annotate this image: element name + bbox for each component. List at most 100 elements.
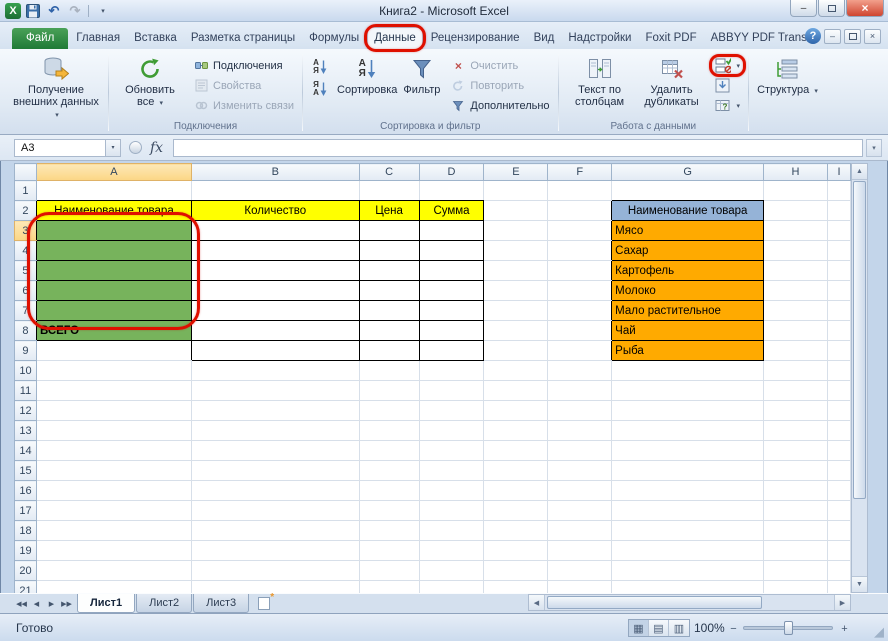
text-to-columns-button[interactable]: Текст по столбцам xyxy=(564,53,636,110)
fx-icon[interactable]: fx xyxy=(150,140,163,156)
sheet-tab-лист2[interactable]: Лист2 xyxy=(136,594,192,613)
cell-B16[interactable] xyxy=(191,481,359,501)
remove-duplicates-button[interactable]: Удалить дубликаты xyxy=(636,53,708,110)
row-header-13[interactable]: 13 xyxy=(15,421,37,441)
cell-E4[interactable] xyxy=(484,241,548,261)
cell-E9[interactable] xyxy=(484,341,548,361)
cell-A6[interactable] xyxy=(36,281,191,301)
row-header-5[interactable]: 5 xyxy=(15,261,37,281)
cell-I3[interactable] xyxy=(827,221,850,241)
cell-G21[interactable] xyxy=(612,581,764,594)
cell-C5[interactable] xyxy=(359,261,419,281)
row-header-19[interactable]: 19 xyxy=(15,541,37,561)
cell-G8[interactable]: Чай xyxy=(612,321,764,341)
tab-view[interactable]: Вид xyxy=(528,28,561,49)
cell-B14[interactable] xyxy=(191,441,359,461)
tab-insert[interactable]: Вставка xyxy=(128,28,183,49)
cell-H19[interactable] xyxy=(764,541,828,561)
next-sheet-button[interactable]: ▶ xyxy=(44,594,59,613)
cell-G20[interactable] xyxy=(612,561,764,581)
cell-A14[interactable] xyxy=(36,441,191,461)
cell-D18[interactable] xyxy=(419,521,484,541)
cell-G1[interactable] xyxy=(612,181,764,201)
row-header-2[interactable]: 2 xyxy=(15,201,37,221)
cell-E19[interactable] xyxy=(484,541,548,561)
filter-button[interactable]: Фильтр xyxy=(400,53,443,98)
cell-A13[interactable] xyxy=(36,421,191,441)
cell-D5[interactable] xyxy=(419,261,484,281)
tab-add-ins[interactable]: Надстройки xyxy=(562,28,637,49)
help-button[interactable]: ? xyxy=(805,28,821,44)
cell-E14[interactable] xyxy=(484,441,548,461)
cell-G10[interactable] xyxy=(612,361,764,381)
cell-H4[interactable] xyxy=(764,241,828,261)
cell-C15[interactable] xyxy=(359,461,419,481)
cell-F15[interactable] xyxy=(548,461,612,481)
cell-C2[interactable]: Цена xyxy=(359,201,419,221)
cell-H6[interactable] xyxy=(764,281,828,301)
cell-C10[interactable] xyxy=(359,361,419,381)
horizontal-scrollbar[interactable]: ◀ ▶ xyxy=(528,594,851,611)
cell-H1[interactable] xyxy=(764,181,828,201)
cell-I4[interactable] xyxy=(827,241,850,261)
cell-C21[interactable] xyxy=(359,581,419,594)
cell-G9[interactable]: Рыба xyxy=(612,341,764,361)
cell-B11[interactable] xyxy=(191,381,359,401)
clear-filter-button[interactable]: × Очистить xyxy=(447,57,552,74)
cell-G2[interactable]: Наименование товара xyxy=(612,201,764,221)
cell-A8[interactable]: ВСЕГО xyxy=(36,321,191,341)
cell-F9[interactable] xyxy=(548,341,612,361)
page-layout-view-button[interactable]: ▤ xyxy=(649,620,669,636)
cell-B3[interactable] xyxy=(191,221,359,241)
cell-F13[interactable] xyxy=(548,421,612,441)
cell-B7[interactable] xyxy=(191,301,359,321)
cell-I13[interactable] xyxy=(827,421,850,441)
cell-F16[interactable] xyxy=(548,481,612,501)
cell-G3[interactable]: Мясо xyxy=(612,221,764,241)
cell-B12[interactable] xyxy=(191,401,359,421)
cell-D9[interactable] xyxy=(419,341,484,361)
cell-H18[interactable] xyxy=(764,521,828,541)
cell-A12[interactable] xyxy=(36,401,191,421)
insert-sheet-button[interactable]: * xyxy=(250,594,278,613)
cell-H2[interactable] xyxy=(764,201,828,221)
tab-review[interactable]: Рецензирование xyxy=(425,28,526,49)
cell-A19[interactable] xyxy=(36,541,191,561)
cell-A1[interactable] xyxy=(36,181,191,201)
normal-view-button[interactable]: ▦ xyxy=(629,620,649,636)
cell-E20[interactable] xyxy=(484,561,548,581)
cell-H21[interactable] xyxy=(764,581,828,594)
cell-H11[interactable] xyxy=(764,381,828,401)
refresh-all-button[interactable]: Обновить все ▾ xyxy=(114,53,186,112)
scroll-left-button[interactable]: ◀ xyxy=(529,595,545,610)
cell-C6[interactable] xyxy=(359,281,419,301)
cell-A15[interactable] xyxy=(36,461,191,481)
cell-E17[interactable] xyxy=(484,501,548,521)
sheet-tab-лист1[interactable]: Лист1 xyxy=(77,594,135,613)
cell-C14[interactable] xyxy=(359,441,419,461)
zoom-slider-thumb[interactable] xyxy=(784,621,793,635)
cell-D7[interactable] xyxy=(419,301,484,321)
edit-links-button[interactable]: Изменить связи xyxy=(190,97,297,114)
cell-F19[interactable] xyxy=(548,541,612,561)
cell-D16[interactable] xyxy=(419,481,484,501)
scroll-right-button[interactable]: ▶ xyxy=(834,595,850,610)
cell-B1[interactable] xyxy=(191,181,359,201)
row-header-12[interactable]: 12 xyxy=(15,401,37,421)
cell-F1[interactable] xyxy=(548,181,612,201)
row-header-21[interactable]: 21 xyxy=(15,581,37,594)
cell-I9[interactable] xyxy=(827,341,850,361)
column-header-D[interactable]: D xyxy=(419,164,484,181)
cell-I18[interactable] xyxy=(827,521,850,541)
sort-button[interactable]: АЯ Сортировка xyxy=(334,53,400,98)
cell-E13[interactable] xyxy=(484,421,548,441)
cell-F10[interactable] xyxy=(548,361,612,381)
cell-C19[interactable] xyxy=(359,541,419,561)
cell-G7[interactable]: Мало растительное xyxy=(612,301,764,321)
cell-G18[interactable] xyxy=(612,521,764,541)
cell-H12[interactable] xyxy=(764,401,828,421)
select-all-button[interactable] xyxy=(15,164,37,181)
cell-H7[interactable] xyxy=(764,301,828,321)
cell-H8[interactable] xyxy=(764,321,828,341)
cell-D6[interactable] xyxy=(419,281,484,301)
